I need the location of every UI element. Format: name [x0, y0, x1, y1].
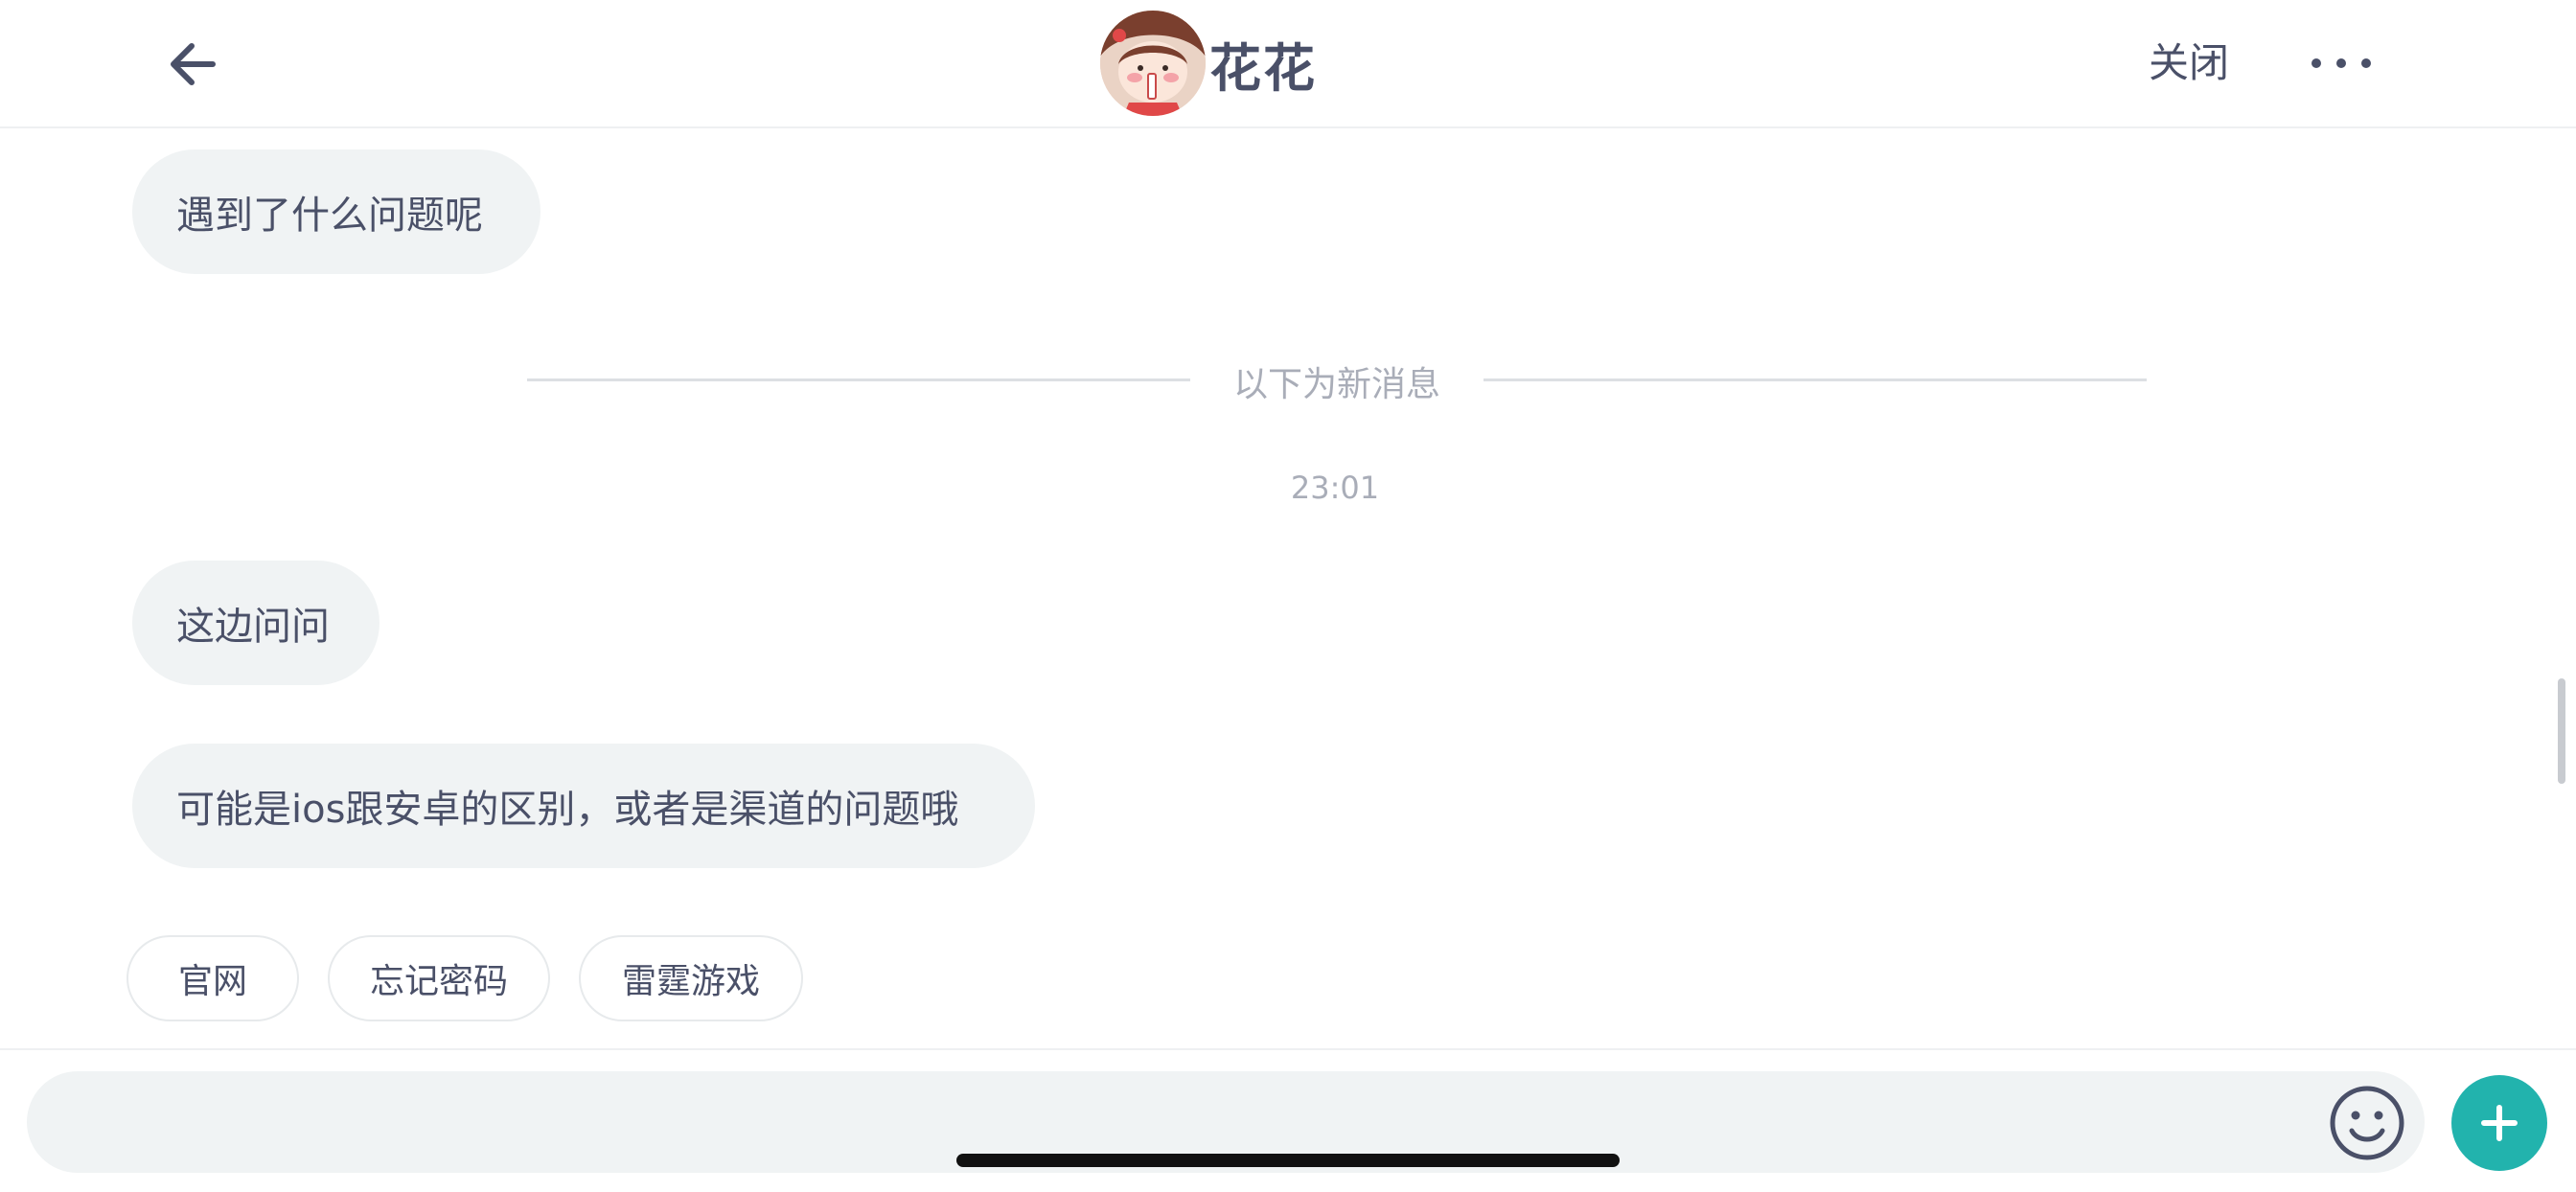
close-button[interactable]: 关闭 — [2149, 36, 2229, 90]
chat-title: 花花 — [1100, 8, 1317, 119]
smiley-icon — [2330, 1086, 2404, 1160]
message-bubble: 遇到了什么问题呢 — [132, 149, 540, 274]
more-horizontal-icon — [2312, 58, 2321, 68]
avatar-image — [1100, 11, 1206, 116]
quick-replies: 官网 忘记密码 雷霆游戏 — [126, 935, 832, 1021]
divider-line — [1484, 378, 2147, 381]
quick-reply-official-site[interactable]: 官网 — [126, 935, 299, 1021]
new-messages-divider: 以下为新消息 — [1232, 365, 1440, 404]
plus-icon — [2481, 1105, 2518, 1141]
contact-name: 花花 — [1209, 37, 1317, 99]
message-bubble: 这边问问 — [132, 561, 380, 685]
message-text: 可能是ios跟安卓的区别，或者是渠道的问题哦 — [176, 788, 959, 832]
more-button[interactable] — [2312, 48, 2371, 79]
arrow-left-icon — [171, 43, 216, 85]
quick-reply-leiting-games[interactable]: 雷霆游戏 — [579, 935, 803, 1021]
chat-header: 花花 关闭 — [0, 0, 2576, 128]
more-horizontal-icon-dot — [2361, 58, 2371, 68]
message-bubble: 可能是ios跟安卓的区别，或者是渠道的问题哦 — [132, 744, 1035, 868]
message-text: 遇到了什么问题呢 — [176, 194, 483, 238]
input-bar — [0, 1048, 2576, 1192]
plus-button[interactable] — [2451, 1075, 2547, 1171]
emoji-button[interactable] — [2329, 1085, 2405, 1161]
avatar[interactable] — [1100, 11, 1206, 116]
quick-reply-forgot-password[interactable]: 忘记密码 — [328, 935, 550, 1021]
divider-line — [527, 378, 1190, 381]
back-button[interactable] — [163, 34, 222, 94]
scrollbar[interactable] — [2558, 678, 2565, 784]
message-text: 这边问问 — [176, 605, 330, 649]
more-horizontal-icon-dot — [2336, 58, 2346, 68]
message-timestamp: 23:01 — [1290, 470, 1380, 506]
home-indicator[interactable] — [956, 1154, 1620, 1167]
